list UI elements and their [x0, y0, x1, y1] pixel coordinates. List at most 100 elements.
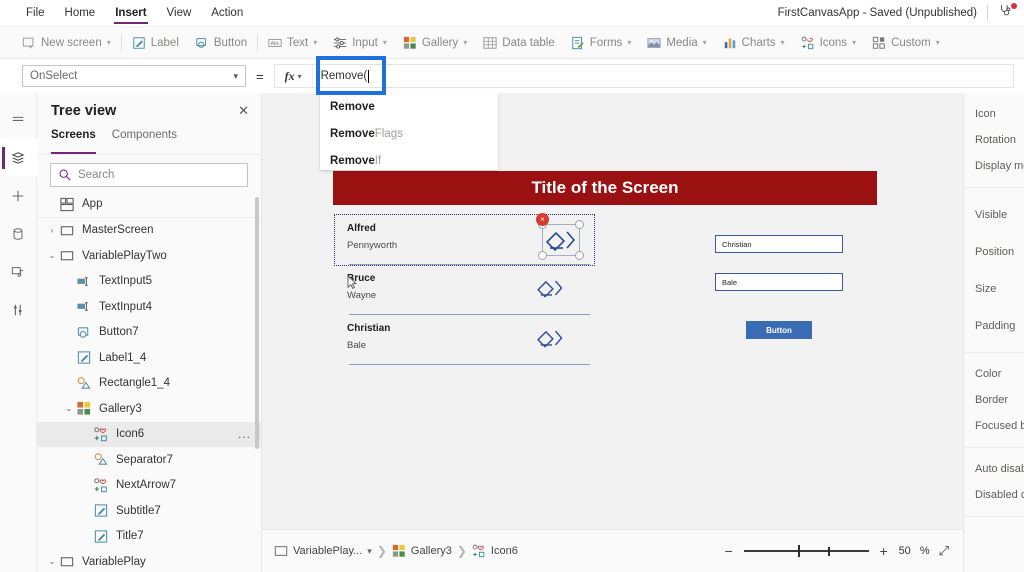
menu-item-file[interactable]: File	[16, 0, 55, 27]
property-row-focused-bor[interactable]: Focused bor	[964, 413, 1024, 439]
property-row-auto-disable[interactable]: Auto disable	[964, 456, 1024, 482]
resize-handle[interactable]	[575, 220, 584, 229]
resize-handle[interactable]	[575, 251, 584, 260]
tree-node-variableplay[interactable]: ⌄ VariablePlay	[37, 549, 261, 572]
property-row-size[interactable]: Size	[964, 270, 1024, 307]
variables-icon[interactable]	[0, 291, 37, 329]
ribbon-label-btn[interactable]: Label	[124, 27, 187, 59]
property-select[interactable]: OnSelect ▾	[22, 65, 246, 87]
property-row-rotation[interactable]: Rotation	[964, 127, 1024, 153]
svg-text:Abc: Abc	[271, 41, 280, 47]
property-label: Padding	[975, 319, 1016, 332]
formula-autocomplete-list[interactable]: Remove Remove Flags Remove If	[320, 93, 498, 170]
expand-icon[interactable]: ⤢	[939, 543, 949, 559]
canvas-button[interactable]: Button	[746, 321, 812, 339]
autocomplete-rest: If	[374, 154, 382, 167]
ribbon-charts[interactable]: Charts ▾	[715, 27, 793, 59]
chevron-down-icon[interactable]: ⌄	[45, 557, 59, 566]
resize-handle[interactable]	[538, 251, 547, 260]
ribbon-forms[interactable]: Forms ▾	[563, 27, 640, 59]
menu-item-view[interactable]: View	[157, 0, 202, 27]
zoom-slider[interactable]	[743, 544, 869, 558]
text-input-5[interactable]: Christian	[715, 235, 843, 253]
ribbon-icons[interactable]: Icons ▾	[793, 27, 865, 59]
tree-node-separator7[interactable]: Separator7	[37, 447, 261, 473]
ribbon-custom[interactable]: Custom ▾	[864, 27, 948, 59]
tree-node-nextarrow7[interactable]: NextArrow7	[37, 473, 261, 499]
property-row-visible[interactable]: Visible	[964, 196, 1024, 233]
tree-node-button7[interactable]: Button7	[37, 320, 261, 346]
shape-icon	[94, 453, 108, 465]
tree-node-rectangle1_4[interactable]: Rectangle1_4	[37, 371, 261, 397]
fx-button[interactable]: fx ▾	[275, 65, 313, 87]
property-row-icon[interactable]: Icon	[964, 101, 1024, 127]
data-icon[interactable]	[0, 215, 37, 253]
delete-badge-icon[interactable]: ×	[536, 213, 549, 226]
app-screen-preview[interactable]: Title of the Screen Alfred Pennyworth × …	[333, 171, 877, 478]
tree-node-overflow-button[interactable]: ...	[238, 427, 251, 441]
gallery-control[interactable]: Alfred Pennyworth × Bruce Wayne Christia…	[334, 213, 595, 365]
tree-node-icon6[interactable]: Icon6...	[37, 421, 261, 447]
zoom-in-button[interactable]: +	[878, 543, 890, 559]
zoom-thumb[interactable]	[797, 545, 800, 557]
ribbon-new-screen[interactable]: New screen ▾	[14, 27, 119, 59]
text-input-4[interactable]: Bale	[715, 273, 843, 291]
tab-screens[interactable]: Screens	[51, 129, 96, 154]
stethoscope-icon[interactable]	[998, 3, 1018, 23]
autocomplete-item-remove[interactable]: Remove	[320, 93, 498, 120]
tree-node-subtitle7[interactable]: Subtitle7	[37, 498, 261, 524]
tree-node-app[interactable]: App	[37, 192, 261, 218]
ribbon-input[interactable]: Input ▾	[325, 27, 395, 59]
property-group-2: Color Border Focused bor	[964, 353, 1024, 448]
ribbon-media[interactable]: Media ▾	[639, 27, 714, 59]
breadcrumb-item-icon[interactable]: Icon6	[472, 544, 518, 558]
zoom-out-button[interactable]: −	[723, 543, 735, 559]
breadcrumb-label: Gallery3	[410, 545, 452, 557]
menu-item-home[interactable]: Home	[55, 0, 106, 27]
tree-node-masterscreen[interactable]: › MasterScreen	[37, 218, 261, 244]
ribbon-data-table[interactable]: Data table	[475, 27, 562, 59]
tab-components[interactable]: Components	[112, 129, 177, 154]
property-row-color[interactable]: Color	[964, 361, 1024, 387]
ribbon-text[interactable]: Abc Text ▾	[260, 27, 325, 59]
ribbon-gallery[interactable]: Gallery ▾	[395, 27, 475, 59]
tree-node-label1_4[interactable]: Label1_4	[37, 345, 261, 371]
breadcrumb-item-gallery[interactable]: Gallery3	[392, 544, 452, 558]
formula-input[interactable]: Remove(	[313, 65, 1013, 87]
gallery-row[interactable]: Alfred Pennyworth ×	[334, 213, 595, 266]
tree-node-textinput5[interactable]: TextInput5	[37, 269, 261, 295]
breadcrumb-separator: ❯	[376, 544, 387, 558]
ribbon-button-btn[interactable]: Button	[187, 27, 255, 59]
delete-badge-label: ×	[540, 215, 545, 224]
chevron-right-icon[interactable]: ›	[45, 226, 59, 235]
menu-item-insert[interactable]: Insert	[105, 0, 156, 27]
close-icon[interactable]: ✕	[238, 103, 249, 119]
media-icon[interactable]	[0, 253, 37, 291]
property-row-padding[interactable]: Padding	[964, 307, 1024, 344]
breadcrumb-item-screen[interactable]: VariablePlay... ▾	[274, 544, 372, 558]
eraser-next-icon[interactable]	[532, 322, 572, 354]
gallery-row[interactable]: Christian Bale	[335, 315, 594, 365]
tree-node-gallery3[interactable]: ⌄ Gallery3	[37, 396, 261, 422]
chevron-down-icon[interactable]: ⌄	[45, 251, 59, 260]
insert-icon[interactable]	[0, 177, 37, 215]
tree-node-textinput4[interactable]: TextInput4	[37, 294, 261, 320]
tree-scrollbar[interactable]	[255, 197, 259, 449]
chevron-down-icon[interactable]: ⌄	[62, 404, 76, 413]
tree-node-variableplaytwo[interactable]: ⌄ VariablePlayTwo	[37, 243, 261, 269]
menu-item-action[interactable]: Action	[201, 0, 253, 27]
search-input[interactable]: Search	[50, 163, 248, 187]
formula-input-wrap[interactable]: fx ▾ Remove(	[273, 64, 1014, 88]
property-row-position[interactable]: Position	[964, 233, 1024, 270]
tree-node-title7[interactable]: Title7	[37, 524, 261, 550]
property-row-disabled-col[interactable]: Disabled col	[964, 482, 1024, 508]
property-row-display-mod[interactable]: Display mod	[964, 153, 1024, 179]
hamburger-icon[interactable]	[0, 101, 37, 139]
autocomplete-item-removeif[interactable]: Remove If	[320, 147, 498, 174]
eraser-next-icon[interactable]	[532, 272, 572, 304]
gallery-row[interactable]: Bruce Wayne	[335, 265, 594, 315]
tree-view-icon[interactable]	[0, 139, 37, 177]
selection-handles[interactable]: ×	[536, 213, 584, 260]
property-row-border[interactable]: Border	[964, 387, 1024, 413]
autocomplete-item-removeflags[interactable]: Remove Flags	[320, 120, 498, 147]
